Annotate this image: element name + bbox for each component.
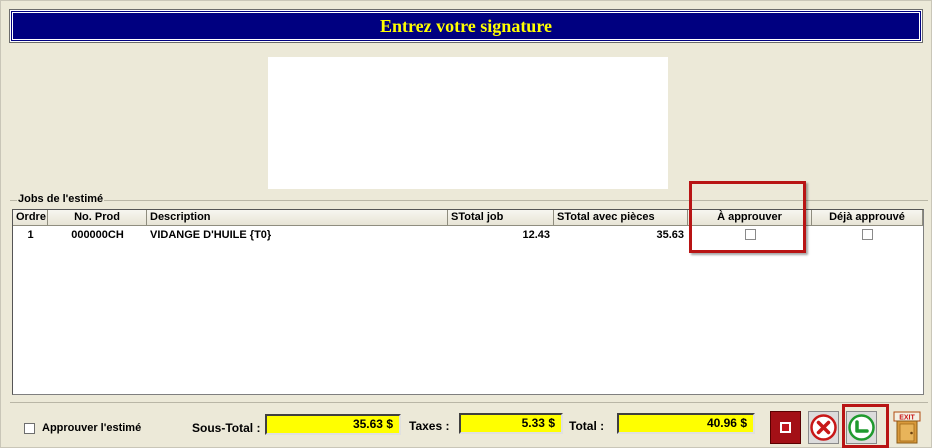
window-title: Entrez votre signature (380, 15, 552, 36)
col-header-no-prod[interactable]: No. Prod (48, 210, 147, 226)
ok-highlight-box (842, 404, 889, 448)
col-header-ordre[interactable]: Ordre (13, 210, 48, 226)
deja-approuve-checkbox[interactable] (862, 228, 873, 240)
sous-total-field: 35.63 $ (265, 414, 401, 435)
a-approuver-highlight-box (689, 181, 806, 253)
stop-button[interactable] (770, 411, 801, 444)
exit-door-icon: EXIT (893, 411, 921, 444)
col-header-stotal-pieces[interactable]: STotal avec pièces (554, 210, 688, 226)
cancel-button[interactable] (808, 411, 839, 444)
taxes-label: Taxes : (409, 419, 450, 433)
cell-stotal-pieces: 35.63 (656, 229, 684, 241)
jobs-group-label: Jobs de l'estimé (17, 193, 105, 205)
cell-stotal-job: 12.43 (522, 229, 550, 241)
cell-description: VIDANGE D'HUILE {T0} (150, 229, 272, 241)
col-header-deja-approuve[interactable]: Déjà approuvé (812, 210, 923, 226)
total-field: 40.96 $ (617, 413, 755, 434)
footer-divider (10, 402, 928, 403)
exit-button[interactable]: EXIT (892, 411, 922, 444)
sous-total-label: Sous-Total : (192, 421, 261, 435)
cancel-x-icon (810, 414, 837, 441)
stop-icon (780, 422, 791, 433)
title-bar: Entrez votre signature (9, 9, 923, 43)
taxes-field: 5.33 $ (459, 413, 563, 434)
exit-sign-text: EXIT (899, 415, 915, 422)
col-header-description[interactable]: Description (147, 210, 448, 226)
approve-estimate-checkbox[interactable] (24, 423, 35, 434)
col-header-stotal-job[interactable]: STotal job (448, 210, 554, 226)
cell-ordre: 1 (27, 229, 34, 241)
signature-pad[interactable] (268, 57, 668, 189)
approve-estimate-label: Approuver l'estimé (42, 422, 142, 434)
cell-deja-approuve (812, 227, 923, 243)
cell-no-prod: 000000CH (71, 229, 124, 241)
total-label: Total : (569, 419, 605, 433)
